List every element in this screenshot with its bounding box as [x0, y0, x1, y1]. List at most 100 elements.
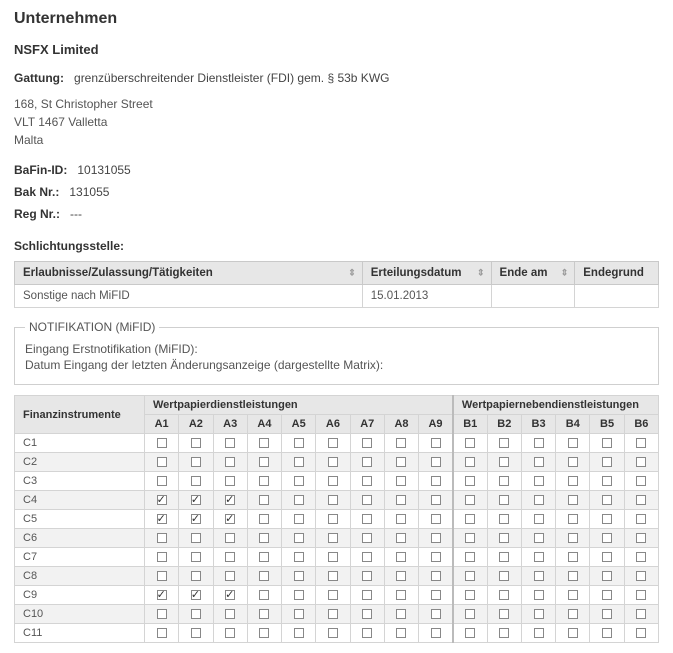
matrix-row: C9 — [15, 586, 659, 605]
matrix-row: C8 — [15, 567, 659, 586]
checkbox-icon — [157, 457, 167, 467]
matrix-cell — [556, 624, 590, 643]
checkbox-icon — [636, 628, 646, 638]
bafin-id-value: 10131055 — [77, 163, 130, 177]
matrix-cell — [419, 529, 453, 548]
checkbox-icon — [465, 476, 475, 486]
checkbox-icon — [534, 628, 544, 638]
checkbox-icon — [431, 552, 441, 562]
cell-end — [491, 285, 575, 308]
checkbox-icon — [328, 438, 338, 448]
matrix-cell — [521, 586, 555, 605]
matrix-cell — [419, 548, 453, 567]
checkbox-icon — [568, 514, 578, 524]
matrix-cell — [419, 434, 453, 453]
col-header-permissions[interactable]: Erlaubnisse/Zulassung/Tätigkeiten ⇕ — [15, 262, 363, 285]
matrix-row: C1 — [15, 434, 659, 453]
matrix-cell — [624, 472, 658, 491]
matrix-cell — [350, 491, 384, 510]
checkbox-icon — [636, 495, 646, 505]
checkbox-icon — [602, 533, 612, 543]
checkbox-icon — [225, 495, 235, 505]
matrix-row: C5 — [15, 510, 659, 529]
checkbox-icon — [431, 495, 441, 505]
matrix-cell — [521, 605, 555, 624]
matrix-cell — [316, 529, 350, 548]
matrix-group-1: Wertpapierdienstleistungen — [145, 396, 453, 415]
checkbox-icon — [396, 476, 406, 486]
checkbox-icon — [157, 495, 167, 505]
matrix-col-header: A9 — [419, 415, 453, 434]
checkbox-icon — [499, 609, 509, 619]
checkbox-icon — [636, 609, 646, 619]
matrix-col-header: A6 — [316, 415, 350, 434]
matrix-col-header: A5 — [282, 415, 316, 434]
matrix-cell — [247, 472, 281, 491]
checkbox-icon — [225, 457, 235, 467]
col-header-date[interactable]: Erteilungsdatum ⇕ — [362, 262, 491, 285]
matrix-cell — [350, 586, 384, 605]
reg-nr-label: Reg Nr.: — [14, 205, 60, 223]
sort-icon[interactable]: ⇕ — [477, 269, 485, 278]
checkbox-icon — [191, 476, 201, 486]
matrix-col-header: B4 — [556, 415, 590, 434]
checkbox-icon — [225, 609, 235, 619]
matrix-cell — [453, 472, 487, 491]
checkbox-icon — [362, 476, 372, 486]
checkbox-icon — [191, 552, 201, 562]
matrix-cell — [247, 624, 281, 643]
matrix-cell — [145, 472, 179, 491]
col-header-reason[interactable]: Endegrund — [575, 262, 659, 285]
matrix-cell — [145, 624, 179, 643]
matrix-cell — [316, 567, 350, 586]
matrix-cell — [556, 605, 590, 624]
matrix-cell — [247, 510, 281, 529]
checkbox-icon — [602, 476, 612, 486]
checkbox-icon — [294, 628, 304, 638]
sort-icon[interactable]: ⇕ — [561, 269, 569, 278]
checkbox-icon — [259, 552, 269, 562]
matrix-cell — [590, 472, 624, 491]
matrix-row: C6 — [15, 529, 659, 548]
checkbox-icon — [225, 571, 235, 581]
checkbox-icon — [328, 514, 338, 524]
checkbox-icon — [396, 571, 406, 581]
checkbox-icon — [568, 457, 578, 467]
matrix-cell — [419, 586, 453, 605]
col-header-end[interactable]: Ende am ⇕ — [491, 262, 575, 285]
checkbox-icon — [465, 609, 475, 619]
matrix-cell — [282, 567, 316, 586]
matrix-cell — [179, 510, 213, 529]
matrix-cell — [487, 491, 521, 510]
checkbox-icon — [259, 590, 269, 600]
checkbox-icon — [534, 438, 544, 448]
matrix-cell — [384, 605, 418, 624]
checkbox-icon — [294, 476, 304, 486]
matrix-cell — [213, 548, 247, 567]
checkbox-icon — [328, 628, 338, 638]
checkbox-icon — [602, 457, 612, 467]
matrix-cell — [384, 567, 418, 586]
matrix-row: C7 — [15, 548, 659, 567]
matrix-cell — [453, 624, 487, 643]
checkbox-icon — [259, 476, 269, 486]
matrix-cell — [350, 548, 384, 567]
checkbox-icon — [636, 476, 646, 486]
matrix-cell — [624, 548, 658, 567]
checkbox-icon — [431, 533, 441, 543]
checkbox-icon — [465, 552, 475, 562]
matrix-cell — [384, 529, 418, 548]
matrix-cell — [350, 567, 384, 586]
matrix-cell — [247, 567, 281, 586]
matrix-cell — [590, 624, 624, 643]
checkbox-icon — [636, 514, 646, 524]
sort-icon[interactable]: ⇕ — [348, 269, 356, 278]
matrix-cell — [282, 548, 316, 567]
matrix-cell — [282, 510, 316, 529]
checkbox-icon — [328, 571, 338, 581]
checkbox-icon — [328, 590, 338, 600]
matrix-cell — [521, 567, 555, 586]
matrix-cell — [145, 453, 179, 472]
matrix-cell — [624, 529, 658, 548]
checkbox-icon — [431, 590, 441, 600]
